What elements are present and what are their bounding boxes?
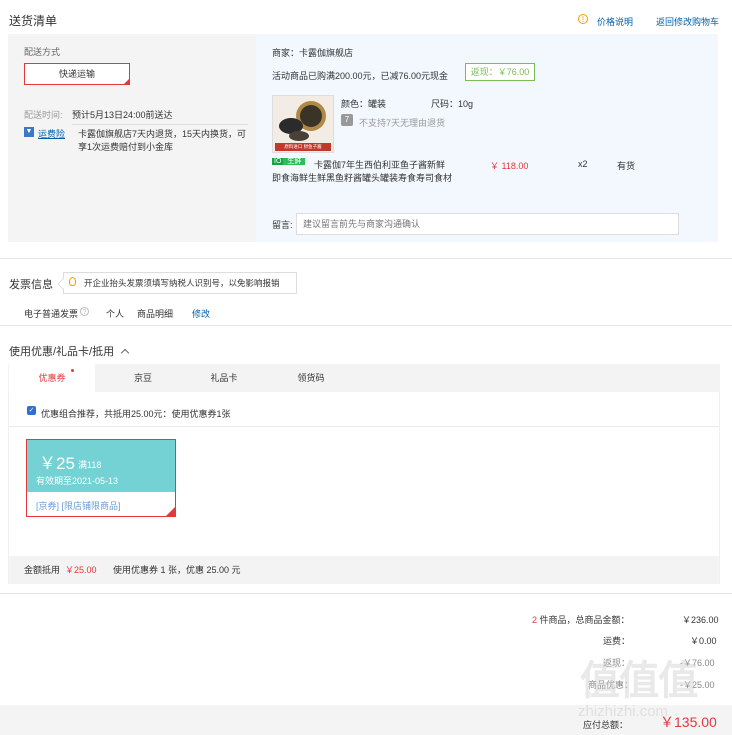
tab-gift-card[interactable]: 礼品卡 [194,364,254,392]
combo-checkbox[interactable]: ✓ [27,406,36,415]
invoice-edit-link[interactable]: 修改 [192,307,210,320]
product-price: ￥ 118.00 [490,161,529,171]
tab-redeem-code[interactable]: 领货码 [281,364,341,392]
item-count-label: 件商品，总商品金额： [539,615,630,625]
invoice-detail: 商品明细 [137,309,174,319]
express-shipping-button[interactable]: 快递运输 [24,63,130,85]
watermark: 值 值 值 [580,659,698,703]
product-name-line1[interactable]: 卡露伽7年生西伯利亚鱼子酱新鲜 [314,158,445,171]
store-name: 商家：卡露伽旗舰店 [272,48,354,58]
payable-amount: ￥135.00 [660,714,717,730]
coupon-section-label: 使用优惠/礼品卡/抵用 [9,346,115,358]
invoice-tip: 开企业抬头发票须填写纳税人识别号，以免影响报销 [63,272,297,294]
coupon-footer: 金额抵用 ￥25.00 使用优惠券 1 张，优惠 25.00 元 [9,556,719,584]
footer-amount: ￥25.00 [65,565,97,575]
coupon-tabs: 优惠券 京豆 礼品卡 领货码 [8,364,720,392]
lightbulb-icon [69,277,76,286]
delivery-method-label: 配送方式 [24,47,61,57]
divider [0,325,732,326]
footer-detail: 使用优惠券 1 张，优惠 25.00 元 [113,565,241,575]
remark-label: 留言: [272,220,293,230]
thumbnail-caption: 原料进口 鲟鱼子酱 [284,144,322,149]
insurance-text-line1: 卡露伽旗舰店7天内退货，15天内换货，可 [78,129,247,139]
invoice-title: 发票信息 [9,279,53,291]
product-color: 颜色：罐装 [341,99,387,109]
divider [0,258,732,259]
help-icon[interactable]: ? [80,307,89,316]
promo-text: 活动商品已购满200.00元，已减76.00元现金 [272,71,449,81]
total-amount: ￥236.00 [682,615,719,625]
no-return-text: 不支持7天无理由退货 [359,118,446,128]
delivery-time-label: 配送时间: [24,110,63,120]
info-icon[interactable]: ! [578,14,588,24]
footer-label: 金额抵用 [24,565,61,575]
product-name-line2[interactable]: 即食海鲜生鲜黑鱼籽酱罐头罐装寿食寿司食材 [272,171,452,184]
back-to-cart-link[interactable]: 返回修改购物车 [656,15,719,28]
coupon-section-title[interactable]: 使用优惠/礼品卡/抵用 [9,343,130,359]
coupon-card[interactable]: ￥25 满118 有效期至2021-05-13 [京券] [限店铺限商品] [26,439,176,517]
price-note-link[interactable]: 价格说明 [597,15,633,28]
coupon-amount: ￥25 [39,454,75,473]
shield-icon: ▼ [24,127,34,137]
combo-text: 优惠组合推荐，共抵用25.00元：使用优惠券1张 [41,409,231,419]
fresh-tag-a: IO [272,158,284,165]
divider [0,593,732,594]
insurance-text-line2: 享1次运费赔付到小金库 [78,142,174,152]
invoice-tip-text: 开企业抬头发票须填写纳税人识别号，以免影响报销 [84,278,280,288]
fresh-tag: IO 生鲜 [272,157,306,167]
tab-coupons-label: 优惠券 [38,373,66,383]
cashback-badge: 返现：￥76.00 [465,63,535,81]
coupon-expiry: 有效期至2021-05-13 [36,476,119,486]
coupon-card-top: ￥25 满118 有效期至2021-05-13 [27,440,175,492]
remark-input[interactable] [296,213,679,235]
tab-coupons[interactable]: 优惠券 [9,364,95,392]
watermark-site: zhizhizhi.com [578,703,669,720]
shipping-label: 运费： [603,636,631,646]
coupon-scope: [京券] [限店铺限商品] [36,501,121,511]
shipping-insurance-link[interactable]: 运费险 [38,127,65,140]
section-title-delivery: 送货清单 [9,14,58,28]
invoice-person: 个人 [106,309,125,319]
no-return-icon: 7 [341,114,353,126]
stock-status: 有货 [617,161,636,171]
product-quantity: x2 [578,159,588,169]
shipping-amount: ￥0.00 [690,636,717,646]
delivery-time-value: 预计5月13日24:00前送达 [72,110,173,120]
chevron-up-icon [120,348,130,358]
invoice-type: 电子普通发票 [24,309,79,319]
product-thumbnail[interactable]: 原料进口 鲟鱼子酱 [272,95,334,153]
product-size: 尺码：10g [431,99,474,109]
tab-jingdou[interactable]: 京豆 [113,364,173,392]
insurance-divider [72,124,248,125]
summary-count-row: 2 件商品，总商品金额： [532,613,630,626]
item-count: 2 [532,615,538,625]
dot-icon [71,369,74,372]
coupon-threshold: 满118 [78,460,102,470]
divider [9,426,719,427]
fresh-tag-b: 生鲜 [283,158,306,165]
